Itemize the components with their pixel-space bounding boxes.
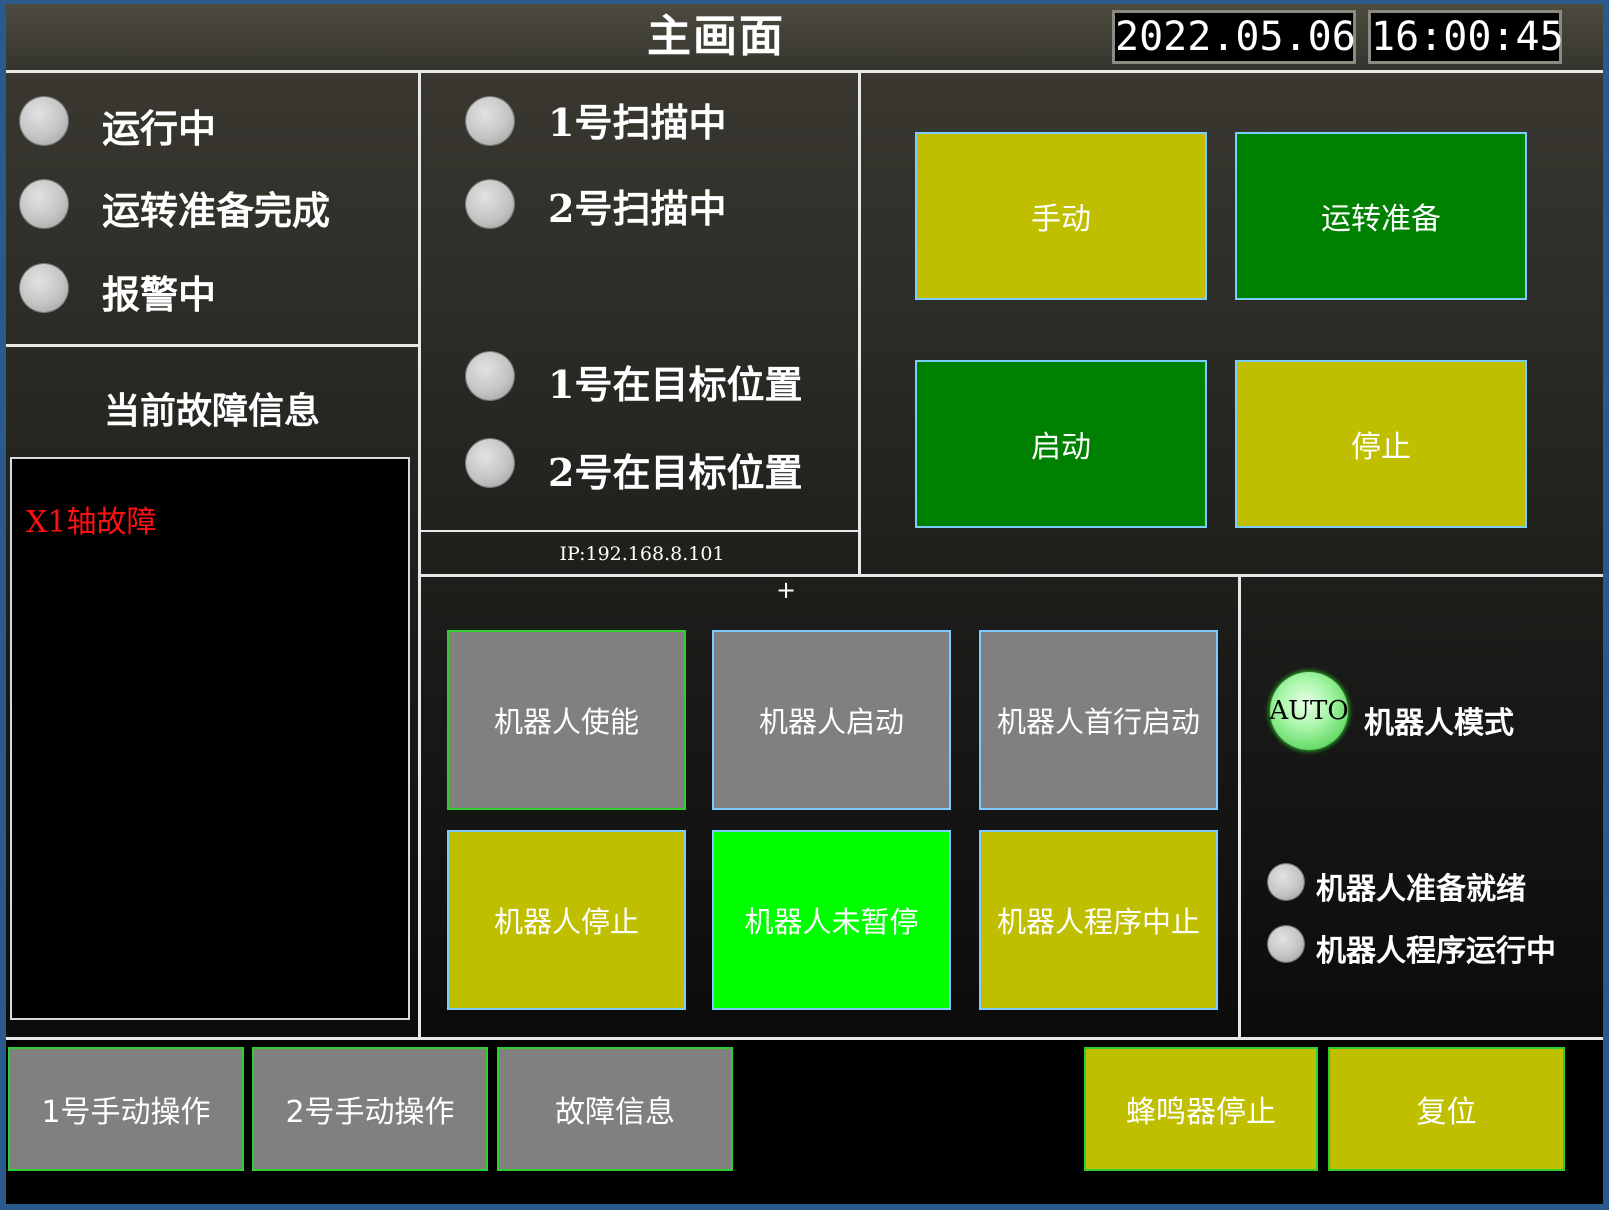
fault-info-button[interactable]: 故障信息 (497, 1047, 733, 1171)
title-bar: 主画面 2022.05.06 16:00:45 (6, 4, 1603, 73)
fault-message-box: X1轴故障 (10, 457, 410, 1020)
divider-mid (858, 70, 861, 576)
running-status-label: 运行中 (102, 106, 217, 151)
hmi-screen: 主画面 2022.05.06 16:00:45 运行中 运转准备完成 报警中 当… (6, 4, 1603, 1204)
scanner1-at-target-label: 1号在目标位置 (548, 362, 803, 407)
divider-status-fault (6, 344, 418, 347)
robot-start-button[interactable]: 机器人启动 (712, 630, 951, 810)
reset-button[interactable]: 复位 (1328, 1047, 1565, 1171)
scanner2-scanning-lamp (466, 180, 514, 228)
time-display: 16:00:45 (1368, 10, 1564, 64)
run-prepare-button[interactable]: 运转准备 (1235, 132, 1527, 300)
manual-button[interactable]: 手动 (915, 132, 1207, 300)
stop-button[interactable]: 停止 (1235, 360, 1527, 528)
crosshair-marker: + (776, 576, 797, 604)
divider-robot-status (1238, 576, 1241, 1040)
auto-mode-lamp: AUTO (1269, 672, 1349, 750)
scanner2-at-target-lamp (466, 439, 514, 487)
manual-op-1-button[interactable]: 1号手动操作 (8, 1047, 244, 1171)
divider-ip (421, 530, 858, 532)
fault-heading: 当前故障信息 (103, 390, 320, 432)
ip-address: IP:192.168.8.101 (559, 543, 725, 565)
ready-complete-status-label: 运转准备完成 (102, 188, 331, 233)
alarm-status-label: 报警中 (102, 272, 217, 317)
robot-program-running-lamp (1268, 926, 1304, 962)
robot-enable-button[interactable]: 机器人使能 (447, 630, 686, 810)
robot-mode-label: 机器人模式 (1364, 706, 1514, 741)
alarm-status-lamp (20, 264, 68, 312)
bottom-navigation: 1号手动操作 2号手动操作 故障信息 蜂鸣器停止 复位 (6, 1040, 1603, 1204)
start-button[interactable]: 启动 (915, 360, 1207, 528)
robot-ready-label: 机器人准备就绪 (1316, 872, 1526, 907)
robot-ready-lamp (1268, 864, 1304, 900)
scanner1-scanning-lamp (466, 97, 514, 145)
robot-stop-button[interactable]: 机器人停止 (447, 830, 686, 1010)
divider-horizontal (421, 574, 1603, 577)
scanner1-scanning-label: 1号扫描中 (548, 100, 727, 145)
scanner2-at-target-label: 2号在目标位置 (548, 450, 803, 495)
divider-left (418, 70, 421, 1040)
date-display: 2022.05.06 (1112, 10, 1356, 64)
buzzer-stop-button[interactable]: 蜂鸣器停止 (1084, 1047, 1318, 1171)
running-status-lamp (20, 97, 68, 145)
page-title: 主画面 (647, 11, 785, 62)
scanner1-at-target-lamp (466, 352, 514, 400)
manual-op-2-button[interactable]: 2号手动操作 (252, 1047, 488, 1171)
robot-first-line-start-button[interactable]: 机器人首行启动 (979, 630, 1218, 810)
robot-program-running-label: 机器人程序运行中 (1316, 934, 1556, 969)
fault-message: X1轴故障 (26, 505, 157, 540)
scanner2-scanning-label: 2号扫描中 (548, 186, 727, 231)
robot-program-abort-button[interactable]: 机器人程序中止 (979, 830, 1218, 1010)
ready-complete-status-lamp (20, 180, 68, 228)
robot-not-paused-button[interactable]: 机器人未暂停 (712, 830, 951, 1010)
